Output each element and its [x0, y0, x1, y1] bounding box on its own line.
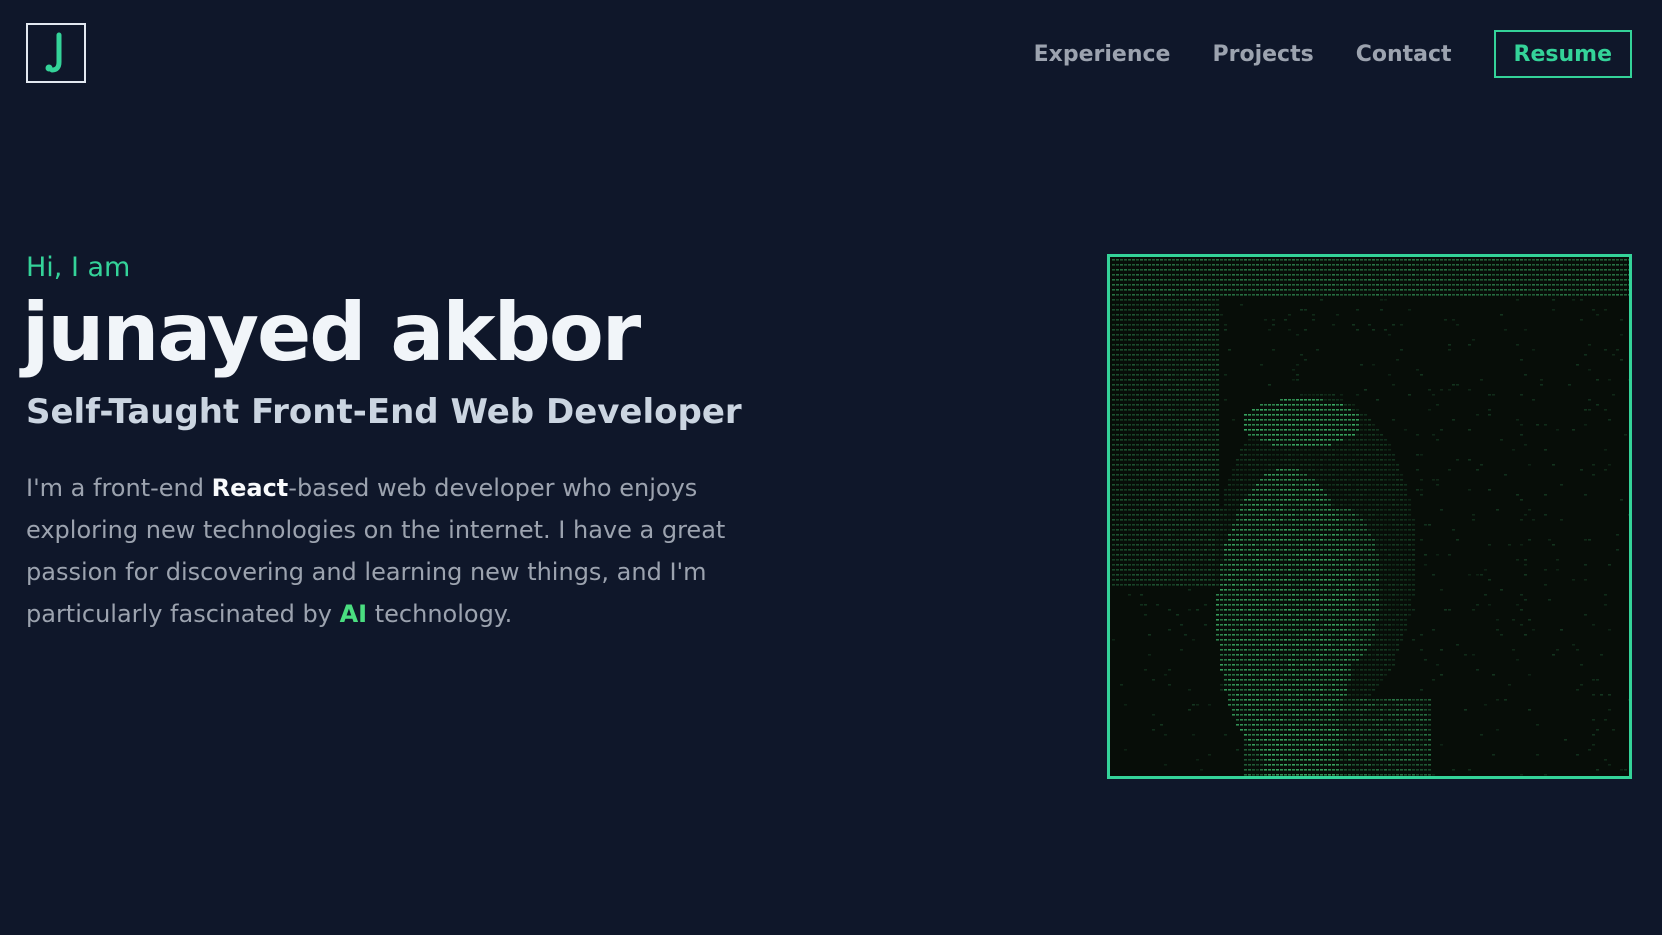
nav-experience-link[interactable]: Experience	[1034, 42, 1171, 67]
greeting-text: Hi, I am	[26, 252, 131, 283]
ascii-portrait-image	[1112, 259, 1629, 776]
ascii-portrait-frame	[1107, 254, 1632, 779]
logo[interactable]	[26, 23, 86, 83]
hero-bio: I'm a front-end React-based web develope…	[26, 467, 771, 635]
hero-name: junayed akbor	[22, 286, 641, 379]
j-letter-icon	[45, 32, 62, 73]
hero-role: Self-Taught Front-End Web Developer	[26, 392, 742, 432]
bio-highlight-ai: AI	[339, 600, 368, 628]
nav-projects-link[interactable]: Projects	[1212, 42, 1313, 67]
resume-button[interactable]: Resume	[1493, 30, 1632, 78]
bio-highlight-react: React	[211, 474, 289, 502]
hero-section: Hi, I am junayed akbor Self-Taught Front…	[22, 252, 786, 635]
main-nav: Experience Projects Contact Resume	[1034, 30, 1632, 78]
nav-contact-link[interactable]: Contact	[1356, 42, 1452, 67]
bio-text-3: technology.	[367, 600, 513, 628]
bio-text-1: I'm a front-end	[26, 474, 212, 502]
